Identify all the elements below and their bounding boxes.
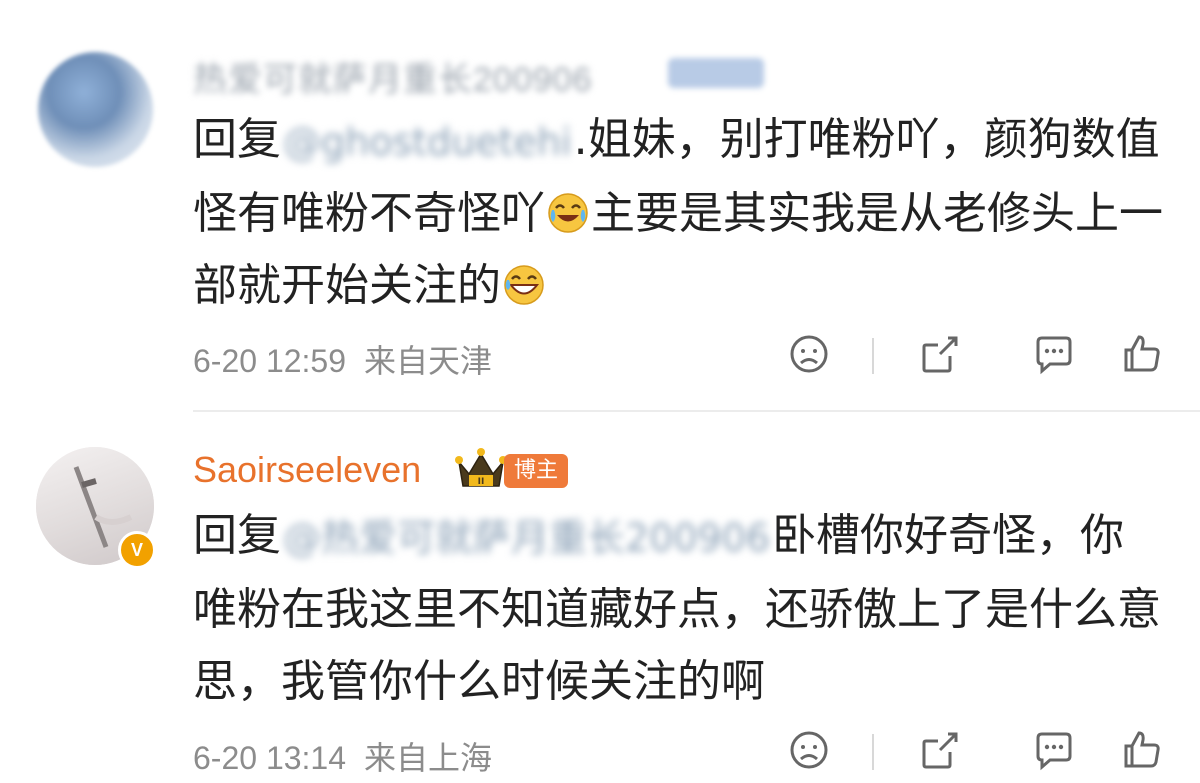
dislike-icon[interactable] bbox=[787, 728, 831, 772]
svg-text:II: II bbox=[478, 477, 485, 487]
verified-badge: V bbox=[118, 531, 156, 569]
avatar[interactable]: V bbox=[36, 447, 156, 569]
comment-text: 回复@ghostduetehi.姐妹，别打唯粉吖，颜狗数值怪有唯粉不奇怪吖 主要… bbox=[193, 104, 1168, 322]
comment-meta: 6-20 13:14 来自上海 bbox=[193, 733, 492, 779]
user-tag bbox=[668, 58, 764, 88]
crown-icon: II bbox=[455, 448, 507, 487]
comment-text: 回复@热爱可就萨月重长200906卧槽你好奇怪，你唯粉在我这里不知道藏好点，还骄… bbox=[193, 500, 1168, 718]
mention-link[interactable]: @ghostduetehi bbox=[281, 106, 574, 178]
comment-meta: 6-20 12:59 来自天津 bbox=[193, 336, 492, 382]
separator bbox=[193, 410, 1200, 412]
username[interactable]: 热爱可就萨月重长200906 bbox=[193, 52, 592, 101]
comment-date: 6-20 13:14 bbox=[193, 740, 347, 776]
avatar[interactable] bbox=[38, 52, 153, 167]
username[interactable]: Saoirseeleven bbox=[193, 449, 421, 491]
comment-actions bbox=[770, 728, 1200, 778]
mention-link[interactable]: @热爱可就萨月重长200906 bbox=[281, 502, 772, 574]
comment-icon[interactable] bbox=[1032, 332, 1076, 376]
like-icon[interactable] bbox=[1120, 332, 1164, 376]
share-icon[interactable] bbox=[918, 728, 962, 772]
comment-date: 6-20 12:59 bbox=[193, 343, 347, 379]
comment-location: 来自上海 bbox=[364, 740, 493, 776]
dislike-icon[interactable] bbox=[787, 332, 831, 376]
comment-thread: 热爱可就萨月重长200906 回复@ghostduetehi.姐妹，别打唯粉吖，… bbox=[0, 0, 1200, 783]
like-icon[interactable] bbox=[1120, 728, 1164, 772]
reply-prefix: 回复 bbox=[193, 114, 281, 165]
grin-sweat-emoji-icon bbox=[504, 265, 544, 305]
divider bbox=[872, 734, 874, 770]
share-icon[interactable] bbox=[918, 332, 962, 376]
comment-actions bbox=[770, 332, 1200, 382]
blogger-badge: 博主 bbox=[504, 454, 569, 488]
comment-icon[interactable] bbox=[1032, 728, 1076, 772]
comment-location: 来自天津 bbox=[364, 343, 493, 379]
reply-prefix: 回复 bbox=[193, 510, 281, 561]
laugh-cry-emoji-icon bbox=[548, 193, 588, 233]
divider bbox=[872, 338, 874, 374]
